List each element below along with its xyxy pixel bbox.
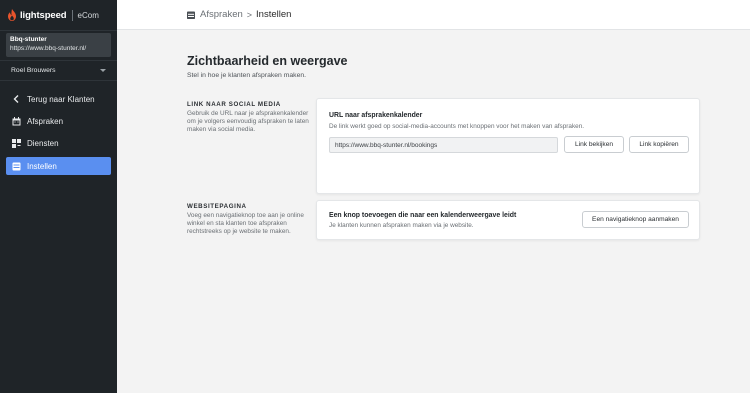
store-name: Bbq-stunter bbox=[10, 36, 47, 43]
create-navigation-button[interactable]: Een navigatieknop aanmaken bbox=[582, 211, 689, 228]
sidebar-item-label: Afspraken bbox=[27, 116, 64, 126]
breadcrumb: Afspraken > Instellen bbox=[187, 9, 291, 20]
main-content: Zichtbaarheid en weergave Stel in hoe je… bbox=[117, 31, 750, 393]
section-heading-website: WEBSITEPAGINA bbox=[187, 203, 247, 210]
chevron-left-icon bbox=[12, 95, 21, 104]
brand-product: eCom bbox=[77, 10, 99, 20]
brand-divider bbox=[71, 9, 73, 21]
sidebar: lightspeed eCom Bbq-stunter https://www.… bbox=[0, 0, 117, 393]
sidebar-item-label: Terug naar Klanten bbox=[27, 94, 95, 104]
page-title: Zichtbaarheid en weergave bbox=[187, 54, 348, 68]
sidebar-item-label: Instellen bbox=[27, 161, 57, 171]
user-name: Roel Brouwers bbox=[11, 67, 56, 74]
sidebar-item-services[interactable]: Diensten bbox=[6, 134, 111, 152]
card-title: URL naar afsprakenkalender bbox=[329, 112, 423, 119]
chevron-down-icon bbox=[100, 69, 106, 72]
section-description-social: Gebruik de URL naar je afsprakenkalender… bbox=[187, 110, 309, 133]
services-icon bbox=[12, 138, 21, 148]
breadcrumb-current: Instellen bbox=[256, 9, 292, 20]
view-link-button[interactable]: Link bekijken bbox=[564, 136, 624, 153]
calendar-icon bbox=[187, 11, 195, 19]
user-menu[interactable]: Roel Brouwers bbox=[0, 60, 117, 81]
card-title: Een knop toevoegen die naar een kalender… bbox=[329, 212, 517, 219]
breadcrumb-parent[interactable]: Afspraken bbox=[200, 9, 243, 20]
brand-name: lightspeed bbox=[20, 9, 67, 21]
store-url: https://www.bbq-stunter.nl/ bbox=[10, 45, 87, 52]
sidebar-item-back-to-customers[interactable]: Terug naar Klanten bbox=[6, 90, 111, 108]
social-link-card: URL naar afsprakenkalender De link werkt… bbox=[316, 98, 700, 194]
breadcrumb-separator: > bbox=[246, 9, 253, 20]
card-text: Je klanten kunnen afspraken maken via je… bbox=[329, 222, 474, 229]
booking-url-field[interactable]: https://www.bbq-stunter.nl/bookings bbox=[329, 137, 558, 153]
page-subtitle: Stel in hoe je klanten afspraken maken. bbox=[187, 72, 307, 79]
sidebar-item-appointments[interactable]: Afspraken bbox=[6, 112, 111, 130]
top-bar: Afspraken > Instellen bbox=[117, 0, 750, 30]
lightspeed-flame-icon bbox=[8, 9, 16, 21]
sidebar-item-label: Diensten bbox=[27, 138, 59, 148]
store-selector[interactable]: Bbq-stunter https://www.bbq-stunter.nl/ bbox=[6, 33, 111, 57]
sidebar-item-settings[interactable]: Instellen bbox=[6, 157, 111, 175]
brand-header[interactable]: lightspeed eCom bbox=[0, 0, 117, 31]
calendar-icon bbox=[12, 116, 21, 126]
settings-icon bbox=[12, 162, 21, 171]
section-description-website: Voeg een navigatieknop toe aan je online… bbox=[187, 212, 304, 235]
website-button-card: Een knop toevoegen die naar een kalender… bbox=[316, 200, 700, 240]
card-text: De link werkt goed op social-media-accou… bbox=[329, 123, 585, 130]
copy-link-button[interactable]: Link kopiëren bbox=[629, 136, 689, 153]
section-heading-social: LINK NAAR SOCIAL MEDIA bbox=[187, 101, 281, 108]
